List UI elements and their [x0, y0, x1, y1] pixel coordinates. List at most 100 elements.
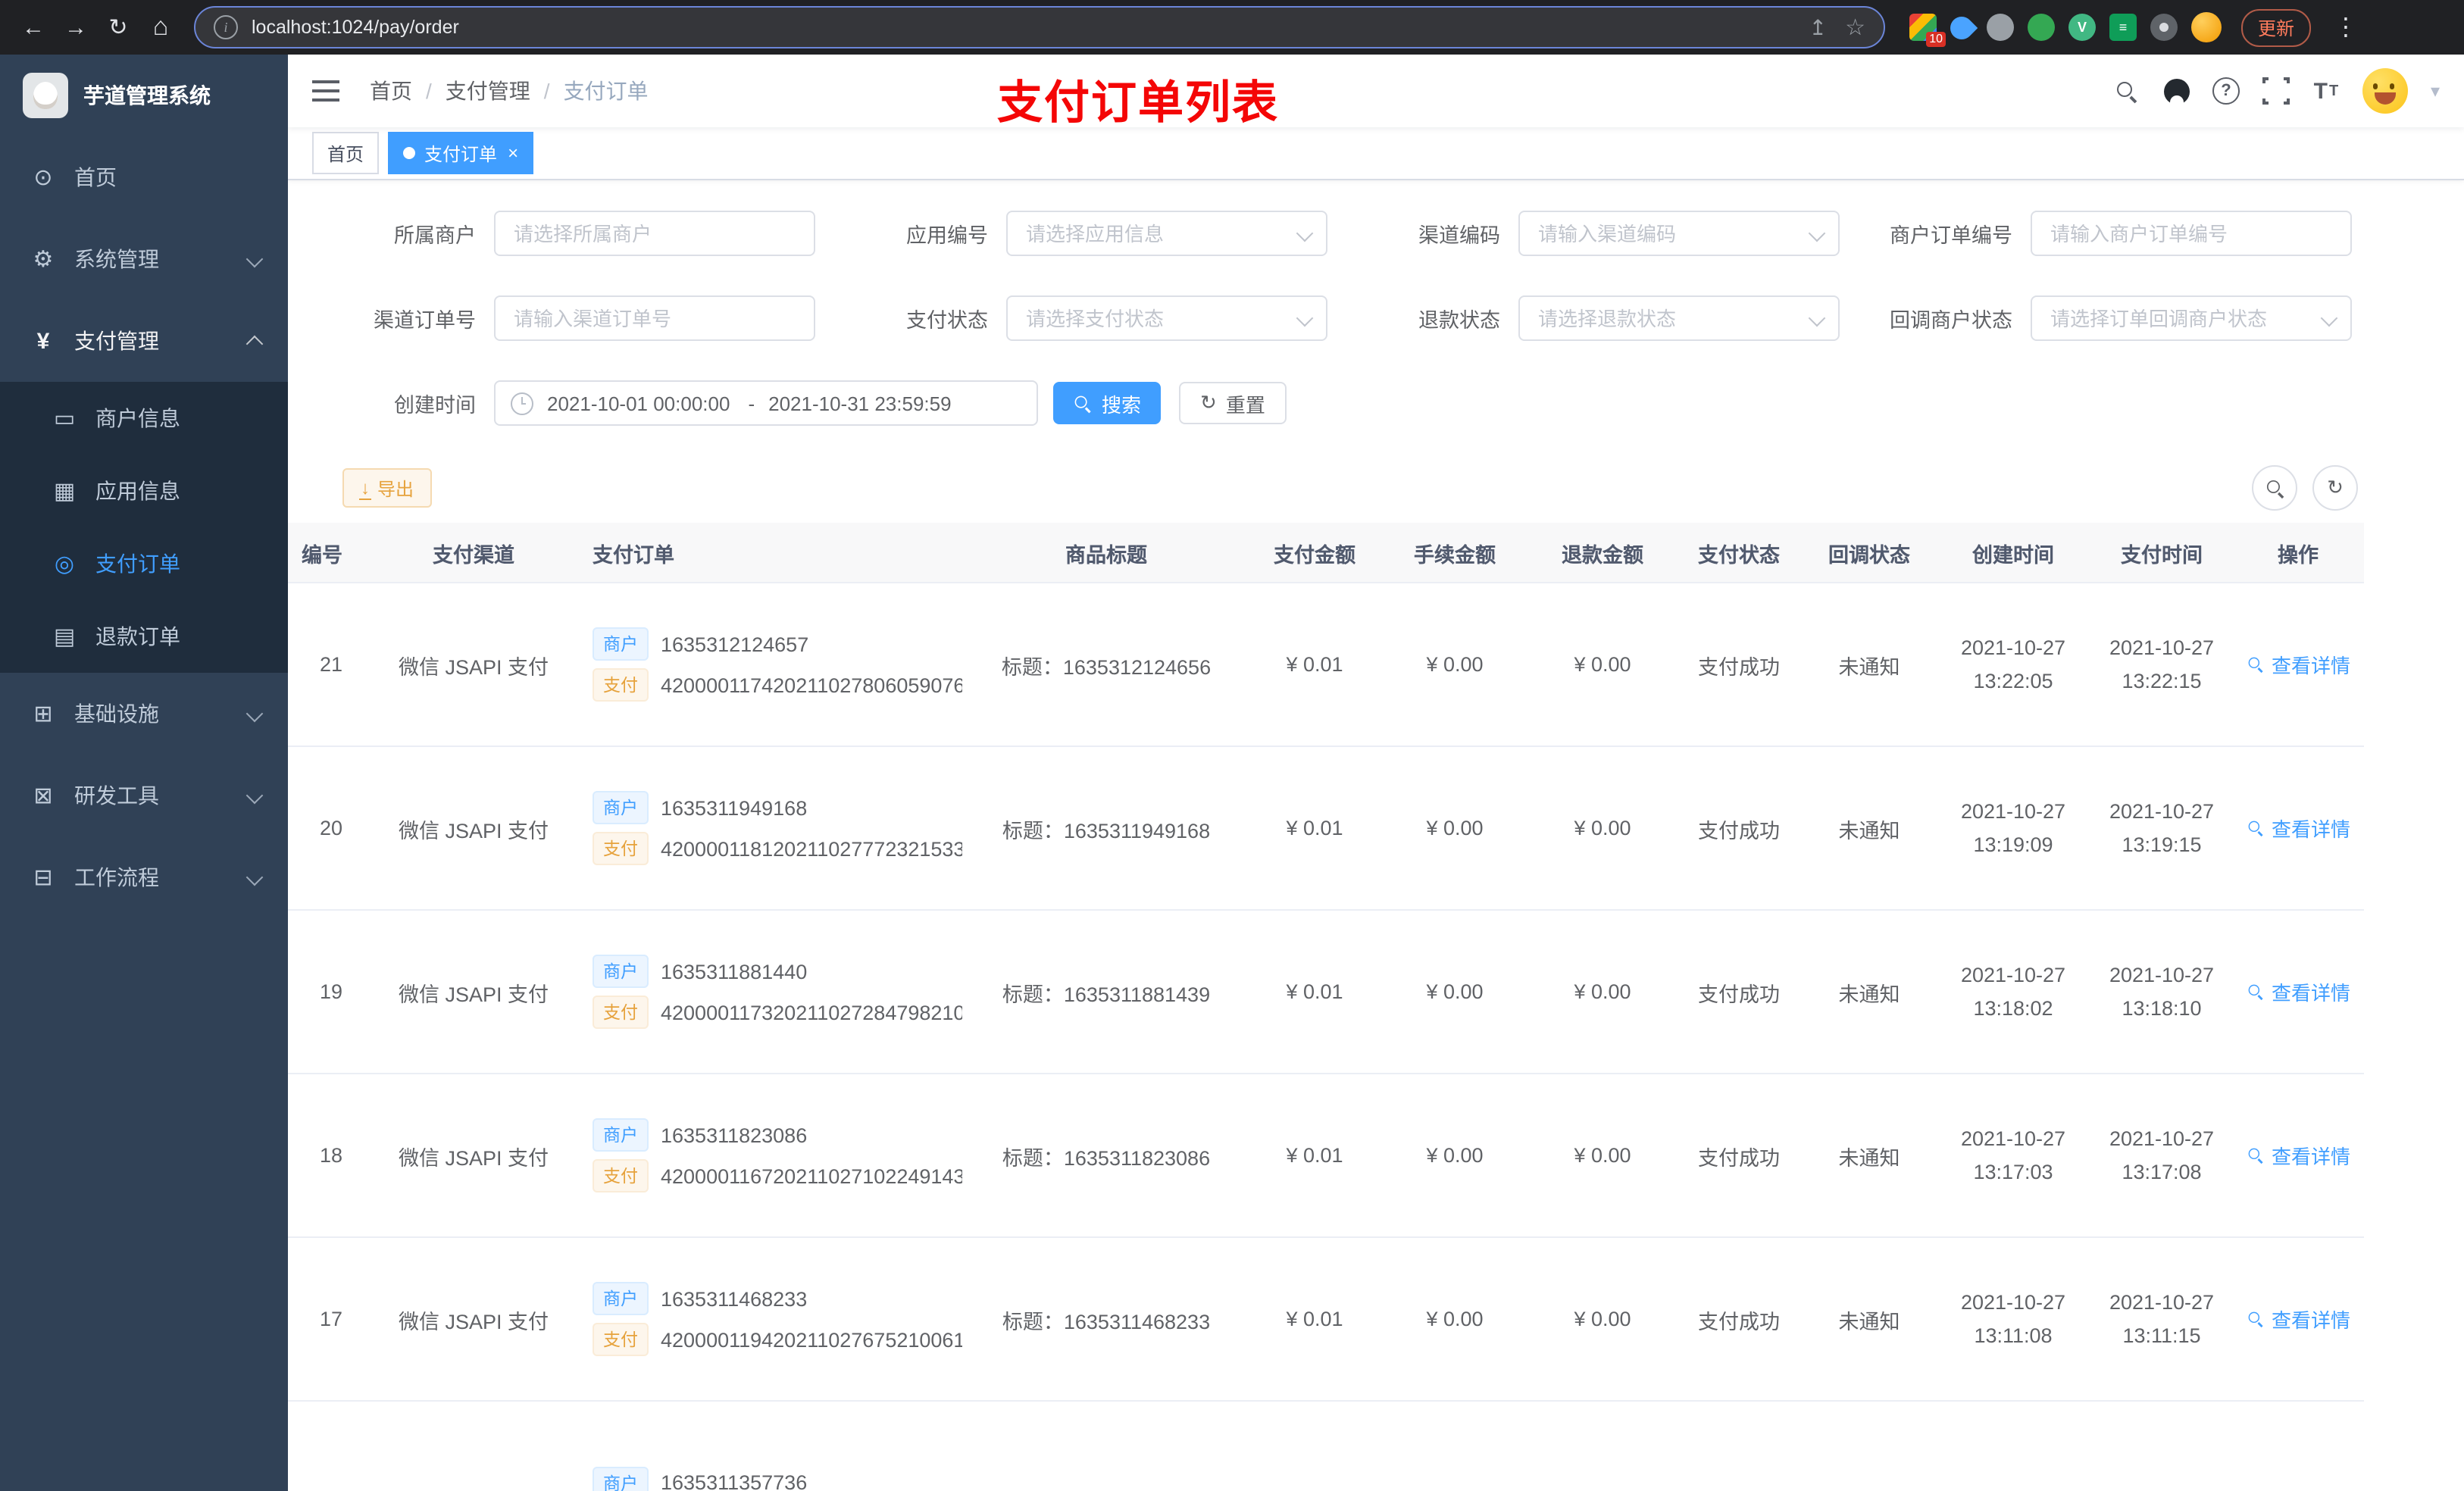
user-menu-caret-icon[interactable]	[2431, 80, 2440, 102]
merchant-order-no-input[interactable]	[2047, 220, 2335, 246]
pay-status-input[interactable]	[1023, 305, 1311, 331]
product-title: 标题：1635311949168	[962, 747, 1250, 911]
refund-status-select[interactable]	[1518, 295, 1840, 341]
refund-amount: ¥ 0.00	[1531, 747, 1674, 911]
share-icon[interactable]	[1809, 14, 1827, 40]
sidebar-toggle-icon[interactable]	[312, 80, 339, 102]
vue-devtools-extension-icon[interactable]	[2068, 14, 2096, 41]
browser-home-icon[interactable]	[141, 8, 180, 47]
sidebar-item-merchant-info[interactable]: 商户信息	[0, 382, 288, 455]
fullscreen-icon[interactable]	[2260, 76, 2291, 106]
sidebar-item-refund-order[interactable]: 退款订单	[0, 600, 288, 673]
extension-badge: 10	[1926, 32, 1946, 47]
font-size-icon[interactable]	[2312, 77, 2340, 105]
tools-icon	[30, 782, 56, 809]
view-detail-link[interactable]: 查看详情	[2246, 650, 2350, 679]
notify-status-input[interactable]	[2047, 305, 2335, 331]
orders-table: 编号 支付渠道 支付订单 商品标题 支付金额 手续金额 退款金额 支付状态 回调…	[288, 523, 2364, 1491]
tab-home[interactable]: 首页	[312, 132, 380, 174]
pay-order-cell: 商户 1635311823086 支付 4200001167202110271022…	[583, 1074, 962, 1238]
browser-forward-icon[interactable]	[56, 8, 95, 47]
gray-extension-icon[interactable]	[1987, 14, 2014, 41]
channel-order-no-input[interactable]	[511, 305, 799, 331]
browser-back-icon[interactable]	[14, 8, 53, 47]
refresh-table-button[interactable]	[2312, 465, 2358, 511]
browser-menu-icon[interactable]	[2326, 8, 2366, 47]
user-avatar[interactable]	[2362, 68, 2408, 114]
green-extension-icon[interactable]	[2028, 14, 2055, 41]
pay-status-select[interactable]	[1006, 295, 1327, 341]
close-tab-icon[interactable]	[508, 142, 518, 164]
filter-label: 支付状态	[906, 309, 988, 332]
help-icon[interactable]	[2212, 77, 2240, 105]
address-bar[interactable]: localhost:1024/pay/order	[194, 6, 1885, 48]
sidebar-item-label: 系统管理	[74, 247, 159, 271]
payment-submenu: 商户信息 应用信息 支付订单 退款订单	[0, 382, 288, 673]
merchant-order-no-field[interactable]	[2031, 211, 2352, 256]
table-row: 21 微信 JSAPI 支付 商户 1635312124657 支付 4200001…	[288, 583, 2364, 747]
toggle-search-button[interactable]	[2252, 465, 2297, 511]
document-icon	[52, 623, 77, 650]
blue-drop-extension-icon[interactable]	[1945, 11, 1978, 44]
sidebar-item-pay-order[interactable]: 支付订单	[0, 527, 288, 600]
channel-code-select[interactable]	[1518, 211, 1840, 256]
devtools-extension-icon[interactable]: 10	[1909, 14, 1946, 47]
sidebar-item-label: 商户信息	[95, 406, 180, 430]
create-time-range-picker[interactable]: 2021-10-01 00:00:00 - 2021-10-31 23:59:5…	[494, 380, 1038, 426]
sidebar-item-app-info[interactable]: 应用信息	[0, 455, 288, 527]
search-icon[interactable]	[2114, 77, 2141, 105]
table-header-row: 编号 支付渠道 支付订单 商品标题 支付金额 手续金额 退款金额 支付状态 回调…	[288, 523, 2364, 583]
sidebar: 芋道管理系统 首页 系统管理 支付管理 商户信息 应用信息	[0, 55, 288, 1491]
site-info-icon[interactable]	[214, 15, 238, 39]
search-button[interactable]: 搜索	[1053, 382, 1162, 424]
export-button[interactable]: 导出	[342, 468, 433, 508]
sidebar-item-infrastructure[interactable]: 基础设施	[0, 673, 288, 755]
breadcrumb-home[interactable]: 首页	[370, 76, 412, 106]
green-square-extension-icon[interactable]	[2109, 14, 2137, 41]
sidebar-item-label: 工作流程	[74, 865, 159, 889]
view-detail-link[interactable]: 查看详情	[2246, 977, 2350, 1006]
chevron-down-icon	[245, 250, 264, 268]
app-select[interactable]	[1006, 211, 1327, 256]
app-select-input[interactable]	[1023, 220, 1311, 246]
browser-reload-icon[interactable]	[98, 8, 138, 47]
reset-button[interactable]: 重置	[1179, 382, 1287, 424]
view-detail-link[interactable]: 查看详情	[2246, 1305, 2350, 1333]
notify-status: 未通知	[1803, 583, 1935, 747]
chevron-down-icon	[245, 705, 264, 723]
refund-status-input[interactable]	[1535, 305, 1823, 331]
pay-tag: 支付	[593, 1159, 649, 1192]
pay-status: 支付成功	[1674, 911, 1803, 1074]
pay-status: 支付成功	[1674, 1074, 1803, 1238]
merchant-select[interactable]	[494, 211, 815, 256]
sidebar-item-workflow[interactable]: 工作流程	[0, 836, 288, 918]
view-detail-link[interactable]: 查看详情	[2246, 1141, 2350, 1170]
channel-order-no-field[interactable]	[494, 295, 815, 341]
create-time: 2021-10-27 13:22:05	[1935, 583, 2091, 747]
pay-tag: 支付	[593, 1323, 649, 1356]
channel-code-input[interactable]	[1535, 220, 1823, 246]
notify-status-select[interactable]	[2031, 295, 2352, 341]
pay-status: 支付成功	[1674, 1238, 1803, 1402]
github-icon[interactable]	[2163, 78, 2190, 104]
breadcrumb-pay-manage[interactable]: 支付管理	[446, 76, 530, 106]
sidebar-item-system[interactable]: 系统管理	[0, 218, 288, 300]
sidebar-item-home[interactable]: 首页	[0, 136, 288, 218]
app-logo[interactable]: 芋道管理系统	[0, 55, 288, 136]
sidebar-item-payment[interactable]: 支付管理	[0, 300, 288, 382]
create-time: 2021-10-27 13:18:02	[1935, 911, 2091, 1074]
sidebar-item-dev-tools[interactable]: 研发工具	[0, 755, 288, 836]
notify-status: 未通知	[1803, 911, 1935, 1074]
merchant-order-no: 1635311881440	[661, 960, 808, 983]
merchant-select-input[interactable]	[511, 220, 799, 246]
bookmark-star-icon[interactable]	[1845, 14, 1865, 41]
pin-extension-icon[interactable]	[2150, 14, 2178, 41]
chrome-update-button[interactable]: 更新	[2241, 8, 2312, 46]
pay-order-no: 4200001181202110277723215336	[661, 837, 962, 860]
browser-profile-avatar[interactable]	[2191, 12, 2222, 42]
refresh-icon	[1200, 391, 1217, 415]
filter-label: 创建时间	[394, 394, 476, 417]
url-text: localhost:1024/pay/order	[252, 17, 459, 38]
view-detail-link[interactable]: 查看详情	[2246, 814, 2350, 842]
tab-pay-order[interactable]: 支付订单	[388, 132, 534, 174]
